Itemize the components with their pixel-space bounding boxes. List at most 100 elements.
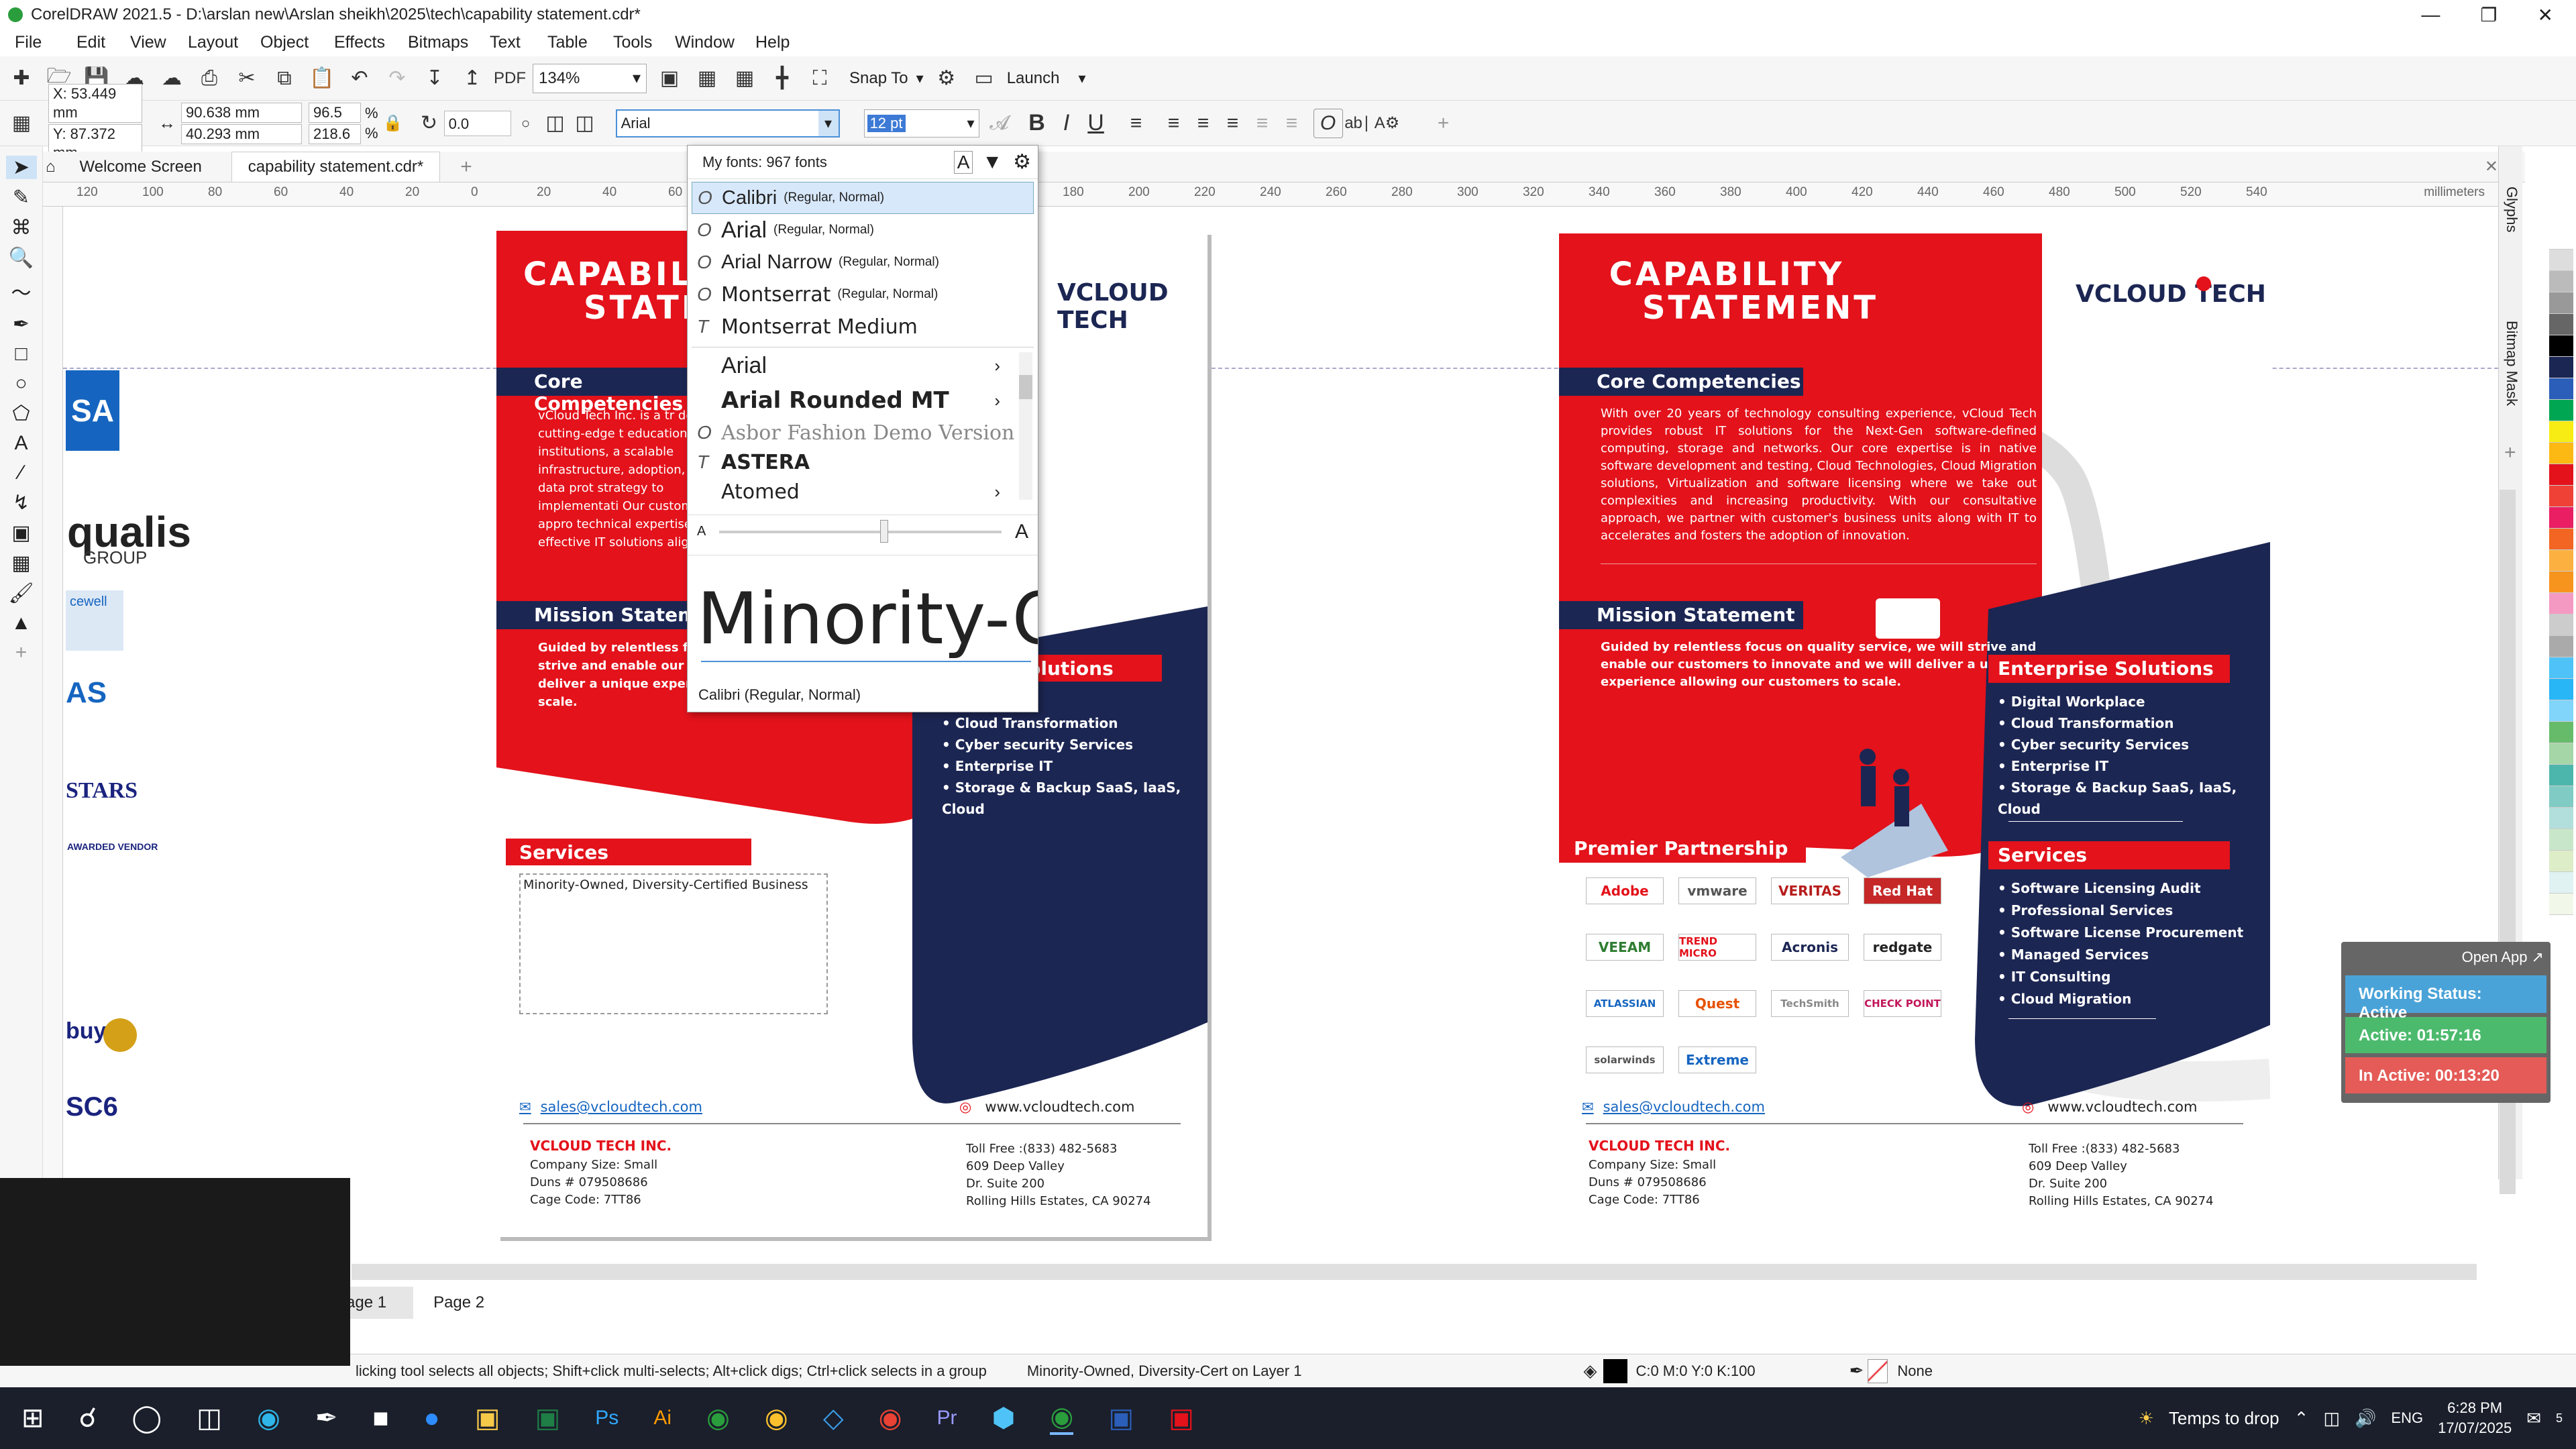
open-app-link[interactable]: Open App ↗ <box>2341 942 2551 975</box>
show-rulers-icon[interactable]: ▦ <box>692 64 722 93</box>
align-icon[interactable]: ≡ <box>1122 109 1151 138</box>
x-position-field[interactable]: X: 53.449 mm <box>48 83 142 123</box>
color-swatch[interactable] <box>2549 529 2573 550</box>
pen-tool-icon[interactable]: ✒ <box>13 313 30 336</box>
menu-window[interactable]: Window <box>675 33 735 52</box>
slider-handle[interactable] <box>880 519 889 543</box>
language-indicator[interactable]: ENG <box>2391 1409 2423 1427</box>
redo-icon[interactable]: ↷ <box>382 64 412 93</box>
color-swatch[interactable] <box>2549 271 2573 292</box>
mirror-vertical-icon[interactable]: ◫ <box>570 109 600 138</box>
color-swatch[interactable] <box>2549 722 2573 743</box>
pick-tool-icon[interactable]: ➤ <box>5 156 37 179</box>
settings-icon[interactable]: ⚙ <box>1013 150 1031 174</box>
numbered-list-icon[interactable]: ≡ <box>1189 109 1218 138</box>
menu-object[interactable]: Object <box>260 33 309 52</box>
height-field[interactable]: 40.293 mm <box>181 123 302 144</box>
weather-icon[interactable]: ☀ <box>2139 1408 2154 1429</box>
color-swatch[interactable] <box>2549 357 2573 378</box>
launch-button[interactable]: Launch <box>1007 69 1060 88</box>
scrollbar-thumb[interactable] <box>1019 375 1032 399</box>
color-swatch[interactable] <box>2549 743 2573 765</box>
tab-capability-statement[interactable]: capability statement.cdr* <box>231 152 441 182</box>
page2-email[interactable]: ✉ sales@vcloudtech.com <box>1582 1099 1765 1115</box>
font-item[interactable]: O Calibri (Regular, Normal) <box>692 182 1034 214</box>
illustrator-icon[interactable]: Ai <box>653 1407 672 1430</box>
scale-x-field[interactable]: 96.5 <box>309 102 361 123</box>
bitmap-mask-docker-tab[interactable]: Bitmap Mask <box>2503 321 2520 406</box>
launch-icon[interactable]: ▭ <box>969 64 999 93</box>
color-swatch[interactable] <box>2549 486 2573 507</box>
scale-y-field[interactable]: 218.6 <box>309 123 361 144</box>
menu-tools[interactable]: Tools <box>613 33 652 52</box>
page-2-tab[interactable]: Page 2 <box>413 1287 504 1319</box>
home-icon[interactable]: ⌂ <box>46 158 56 176</box>
color-swatch[interactable] <box>2549 443 2573 464</box>
color-swatch[interactable] <box>2549 314 2573 335</box>
app-icon[interactable]: ⬢ <box>991 1403 1015 1434</box>
font-search-icon[interactable]: A <box>953 150 973 174</box>
color-swatch[interactable] <box>2549 872 2573 894</box>
color-swatch[interactable] <box>2549 636 2573 657</box>
tab-welcome-screen[interactable]: Welcome Screen <box>64 158 218 176</box>
guidelines-icon[interactable]: ╋ <box>767 64 797 93</box>
polygon-tool-icon[interactable]: ⬠ <box>12 402 30 425</box>
premiere-icon[interactable]: Pr <box>936 1407 957 1430</box>
menu-file[interactable]: File <box>15 33 42 52</box>
bold-icon[interactable]: B <box>1022 109 1052 138</box>
color-swatch[interactable] <box>2549 808 2573 829</box>
new-tab-button[interactable]: + <box>460 156 472 178</box>
volume-icon[interactable]: 🔊 <box>2355 1408 2376 1429</box>
search-icon[interactable]: ☌ <box>79 1403 97 1434</box>
preview-size-slider[interactable]: A A <box>688 515 1038 548</box>
page1-email[interactable]: ✉ sales@vcloudtech.com <box>519 1099 702 1115</box>
object-origin-icon[interactable]: ▦ <box>7 109 36 138</box>
connector-tool-icon[interactable]: ↯ <box>13 491 30 515</box>
chevron-right-icon[interactable]: › <box>994 390 1000 411</box>
excel-icon[interactable]: ▣ <box>535 1403 561 1434</box>
color-swatch[interactable] <box>2549 894 2573 915</box>
terminal-icon[interactable]: ■ <box>372 1403 388 1434</box>
font-item[interactable]: Arial › <box>692 347 1034 384</box>
menu-help[interactable]: Help <box>755 33 790 52</box>
zoom-select[interactable]: 134% ▾ <box>533 63 647 93</box>
font-list-select[interactable]: Arial ▾ <box>615 109 840 138</box>
chevron-right-icon[interactable]: › <box>994 356 1000 376</box>
cloud-download-icon[interactable]: ☁ <box>157 64 186 93</box>
close-document-icon[interactable]: ✕ <box>2485 157 2498 176</box>
fill-tool-icon[interactable]: ▲ <box>11 612 32 635</box>
lock-ratio-icon[interactable]: 🔒 <box>378 109 408 138</box>
gear-icon[interactable]: ⚙ <box>932 64 961 93</box>
text-properties-icon[interactable]: ab∣ <box>1343 109 1373 138</box>
copy-icon[interactable]: ⧉ <box>270 64 299 93</box>
menu-layout[interactable]: Layout <box>188 33 238 52</box>
font-list-scrollbar[interactable] <box>1019 352 1032 500</box>
close-button[interactable]: ✕ <box>2538 4 2553 26</box>
crop-tool-icon[interactable]: ⌘ <box>11 216 32 239</box>
undo-icon[interactable]: ↶ <box>345 64 374 93</box>
color-swatch[interactable] <box>2549 464 2573 486</box>
page1-web[interactable]: ◎ www.vcloudtech.com <box>959 1099 1134 1115</box>
drop-shadow-tool-icon[interactable]: ▣ <box>11 521 30 545</box>
drop-cap-icon[interactable]: ≡ <box>1218 109 1248 138</box>
video-overlay[interactable] <box>0 1178 350 1366</box>
show-grid-icon[interactable]: ▦ <box>730 64 759 93</box>
menu-edit[interactable]: Edit <box>76 33 105 52</box>
menu-table[interactable]: Table <box>547 33 588 52</box>
notifications-icon[interactable]: ✉ <box>2526 1408 2541 1429</box>
rotation-field[interactable]: 0.0 <box>443 110 511 136</box>
parallel-dimension-icon[interactable]: ∕ <box>19 462 23 484</box>
zoom-app-icon[interactable]: ● <box>424 1403 440 1434</box>
color-swatch[interactable] <box>2549 228 2573 250</box>
cortana-icon[interactable]: ◯ <box>131 1403 162 1434</box>
add-tool-icon[interactable]: + <box>15 641 28 664</box>
paste-icon[interactable]: 📋 <box>307 64 337 93</box>
photoshop-icon[interactable]: Ps <box>595 1407 619 1430</box>
color-swatch[interactable] <box>2549 614 2573 636</box>
color-swatch[interactable] <box>2549 421 2573 443</box>
color-swatch[interactable] <box>2549 550 2573 572</box>
selected-text-frame[interactable]: Minority-Owned, Diversity-Certified Busi… <box>519 873 828 1014</box>
color-swatch[interactable] <box>2549 400 2573 421</box>
color-swatch[interactable] <box>2549 765 2573 786</box>
chevron-right-icon[interactable]: › <box>994 482 1000 502</box>
